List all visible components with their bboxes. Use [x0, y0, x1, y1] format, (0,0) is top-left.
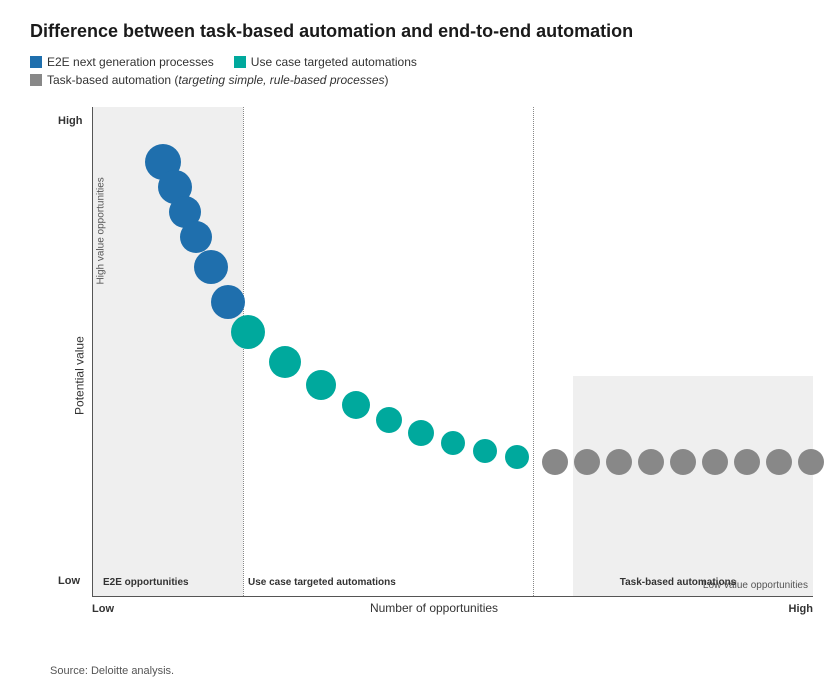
source-label: Source: Deloitte analysis. [50, 665, 798, 677]
legend-item-gray: Task-based automation (targeting simple,… [30, 73, 798, 87]
teal-dot-9 [505, 445, 529, 469]
plot-area: High value opportunities Low value oppor… [92, 107, 813, 597]
teal-dot-icon [234, 56, 246, 68]
legend-item-teal: Use case targeted automations [234, 55, 417, 69]
legend: E2E next generation processes Use case t… [30, 55, 798, 87]
teal-dot-3 [306, 370, 336, 400]
gray-dot-1 [542, 449, 568, 475]
gray-dot-2 [574, 449, 600, 475]
gray-dot-5 [670, 449, 696, 475]
teal-dot-2 [269, 346, 301, 378]
x-high-label: High [789, 603, 813, 615]
teal-dot-5 [376, 407, 402, 433]
gray-dot-7 [734, 449, 760, 475]
gray-dot-3 [606, 449, 632, 475]
teal-dot-4 [342, 391, 370, 419]
blue-dot-4 [180, 221, 212, 253]
y-low-label: Low [58, 575, 80, 587]
title: Difference between task-based automation… [30, 20, 798, 43]
y-high-label: High [58, 115, 82, 127]
teal-dot-8 [473, 439, 497, 463]
y-axis-label: Potential value [72, 337, 86, 416]
dots-svg [93, 107, 813, 596]
gray-dot-icon [30, 74, 42, 86]
chart-wrapper: Potential value High Low High value oppo… [50, 97, 818, 657]
gray-dot-4 [638, 449, 664, 475]
x-low-label: Low [92, 603, 114, 615]
blue-dot-6 [211, 285, 245, 319]
teal-dot-6 [408, 420, 434, 446]
legend-label-gray: Task-based automation (targeting simple,… [47, 73, 389, 87]
gray-dot-6 [702, 449, 728, 475]
blue-dot-icon [30, 56, 42, 68]
blue-dot-5 [194, 250, 228, 284]
teal-dot-7 [441, 431, 465, 455]
x-axis-label: Number of opportunities [370, 601, 498, 615]
legend-item-blue: E2E next generation processes [30, 55, 214, 69]
legend-label-blue: E2E next generation processes [47, 55, 214, 69]
legend-label-teal: Use case targeted automations [251, 55, 417, 69]
gray-dot-8 [766, 449, 792, 475]
gray-dot-9 [798, 449, 824, 475]
teal-dot-1 [231, 315, 265, 349]
